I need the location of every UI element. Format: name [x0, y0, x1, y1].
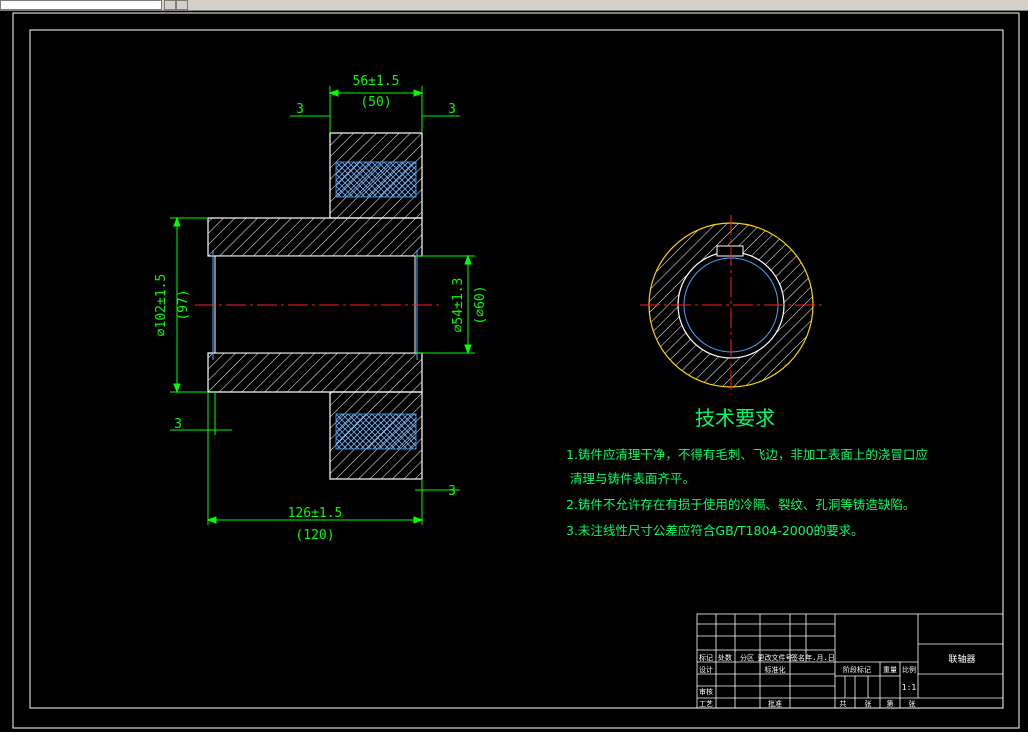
tb-label-page: 第: [887, 699, 894, 708]
drawing-canvas[interactable]: 56±1.5 (50) 3 3 ⌀102±1.5 (97) ⌀54±1.3 (⌀…: [0, 11, 1028, 732]
dim-bottom-left-3: 3: [174, 417, 182, 432]
section-view: [195, 132, 440, 480]
tb-label-mark: 标记: [699, 653, 713, 662]
note-line-2: 2.铸件不允许存在有损于使用的冷隔、裂纹、孔洞等铸造缺陷。: [566, 497, 915, 512]
tb-label-sheet-a: 张: [865, 699, 872, 708]
dim-total-length-ref: (120): [295, 528, 334, 543]
toolbar-button[interactable]: [164, 0, 176, 10]
tb-label-sign: 签名: [791, 653, 805, 662]
dim-right-3: 3: [448, 102, 456, 117]
dim-left-3: 3: [296, 102, 304, 117]
note-line-3: 3.未注线性尺寸公差应符合GB/T1804-2000的要求。: [566, 523, 864, 538]
tb-label-standard: 标准化: [765, 665, 786, 674]
dim-bore-dia-ref: (⌀60): [473, 285, 488, 324]
dim-outer-dia: ⌀102±1.5: [154, 274, 169, 337]
toolbar-button[interactable]: [176, 0, 188, 10]
tb-label-date: 年.月.日: [805, 653, 834, 662]
command-input[interactable]: [0, 0, 162, 10]
cad-toolbar-strip: [0, 0, 1028, 11]
tb-label-review: 审核: [699, 687, 713, 696]
note-line-1: 1.铸件应清理干净，不得有毛刺、飞边，非加工表面上的浇冒口应: [566, 447, 928, 462]
cad-drawing: 56±1.5 (50) 3 3 ⌀102±1.5 (97) ⌀54±1.3 (⌀…: [12, 12, 1020, 729]
notes-title: 技术要求: [695, 406, 775, 430]
note-line-1b: 清理与铸件表面齐平。: [570, 471, 695, 486]
scale-value: 1:1: [902, 683, 917, 692]
part-name: 联轴器: [948, 653, 975, 665]
tb-label-sheet-b: 张: [909, 699, 916, 708]
tb-label-stage: 阶段标记: [843, 665, 871, 674]
dim-bottom-right-3: 3: [448, 484, 456, 499]
tb-label-process: 工艺: [699, 700, 713, 708]
dim-outer-dia-ref: (97): [176, 289, 191, 320]
dim-top-width: 56±1.5: [353, 74, 400, 89]
tb-label-weight: 重量: [883, 666, 897, 674]
end-view: [640, 215, 822, 395]
tb-label-design: 设计: [699, 665, 713, 674]
tb-label-approve: 批准: [768, 699, 782, 708]
tb-label-zone: 分区: [740, 653, 754, 662]
tb-label-total: 共: [840, 699, 847, 708]
inner-frame: [29, 29, 1004, 709]
dim-bore-dia: ⌀54±1.3: [451, 278, 466, 333]
tb-label-change-doc: 更改文件号: [758, 653, 793, 662]
tb-label-scale: 比例: [902, 665, 916, 674]
dim-total-length: 126±1.5: [288, 506, 343, 521]
tb-label-count: 处数: [718, 653, 732, 662]
outer-frame: [12, 12, 1020, 729]
dim-top-width-ref: (50): [360, 95, 391, 110]
